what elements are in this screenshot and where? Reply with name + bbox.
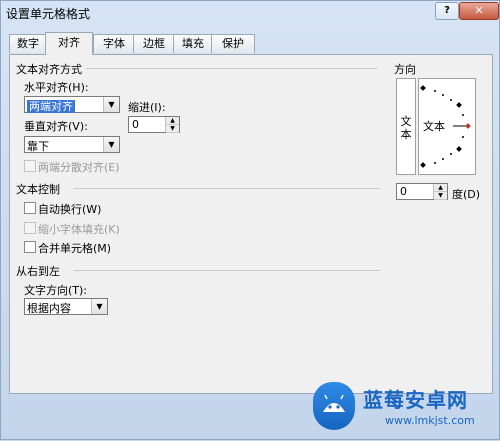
- tab-alignment[interactable]: 对齐: [45, 32, 93, 55]
- watermark-title: 蓝莓安卓网: [363, 388, 468, 412]
- shrink-to-fit-checkbox[interactable]: [24, 222, 36, 234]
- tab-font[interactable]: 字体: [93, 34, 135, 53]
- orientation-group: 方向 文本 文本 0 ▲ ▼ 度(D): [390, 55, 488, 210]
- vertical-text-label: 文本: [400, 115, 412, 141]
- merge-cells-checkbox[interactable]: [24, 241, 36, 253]
- tab-fill[interactable]: 填充: [173, 34, 213, 53]
- title-bar[interactable]: 设置单元格格式 ? ✕: [1, 1, 500, 25]
- vertical-align-label: 垂直对齐(V):: [24, 120, 88, 133]
- chevron-down-icon[interactable]: ▼: [103, 97, 119, 112]
- spin-up-icon[interactable]: ▲: [434, 184, 447, 192]
- divider: [74, 188, 380, 189]
- spin-down-icon[interactable]: ▼: [434, 192, 447, 200]
- orientation-dial-graphic: 文本: [420, 85, 471, 168]
- justify-distributed-label: 两端分散对齐(E): [38, 161, 120, 174]
- shield-icon: [313, 382, 355, 430]
- format-cells-dialog: 设置单元格格式 ? ✕ 数字 对齐 字体 边框 填充 保护 文本对齐方式 水平对…: [0, 0, 500, 440]
- tab-protection[interactable]: 保护: [211, 34, 255, 53]
- orientation-dial[interactable]: 文本: [418, 78, 476, 175]
- section-title-alignment: 文本对齐方式: [16, 63, 82, 76]
- chevron-down-icon[interactable]: ▼: [103, 137, 119, 152]
- android-robot-icon: [323, 394, 345, 412]
- indent-label: 缩进(I):: [128, 101, 166, 114]
- degrees-label: 度(D): [452, 188, 481, 201]
- section-title-rtl: 从右到左: [16, 265, 60, 278]
- close-button[interactable]: ✕: [459, 2, 499, 20]
- degrees-spinner[interactable]: 0 ▲ ▼: [396, 183, 448, 200]
- spin-down-icon[interactable]: ▼: [166, 125, 179, 133]
- wrap-text-label: 自动换行(W): [38, 203, 102, 216]
- help-button[interactable]: ?: [435, 2, 459, 20]
- tab-number[interactable]: 数字: [9, 34, 47, 53]
- section-title-text-control: 文本控制: [16, 183, 60, 196]
- spin-up-icon[interactable]: ▲: [166, 117, 179, 125]
- degrees-value: 0: [400, 185, 407, 198]
- horizontal-align-dropdown[interactable]: 两端对齐 ▼: [24, 96, 120, 113]
- watermark-url: www.lmkjst.com: [385, 414, 475, 427]
- text-direction-dropdown[interactable]: 根据内容 ▼: [24, 298, 108, 315]
- divider: [74, 270, 380, 271]
- vertical-align-value: 靠下: [27, 140, 49, 153]
- horizontal-align-value: 两端对齐: [27, 100, 75, 113]
- horizontal-align-label: 水平对齐(H):: [24, 81, 89, 94]
- indent-spinner[interactable]: 0 ▲ ▼: [128, 116, 180, 133]
- vertical-text-button[interactable]: 文本: [396, 78, 416, 175]
- shrink-to-fit-label: 缩小字体填充(K): [38, 223, 120, 236]
- window-title: 设置单元格格式: [6, 7, 91, 21]
- vertical-align-dropdown[interactable]: 靠下 ▼: [24, 136, 120, 153]
- merge-cells-label: 合并单元格(M): [38, 242, 112, 255]
- chevron-down-icon[interactable]: ▼: [91, 299, 107, 314]
- tab-border[interactable]: 边框: [133, 34, 175, 53]
- justify-distributed-checkbox[interactable]: [24, 160, 36, 172]
- text-direction-value: 根据内容: [27, 302, 71, 315]
- wrap-text-checkbox[interactable]: [24, 202, 36, 214]
- watermark-logo: 蓝莓安卓网 www.lmkjst.com: [301, 376, 500, 441]
- indent-value: 0: [132, 118, 139, 131]
- section-title-orientation: 方向: [394, 63, 416, 76]
- alignment-panel: 文本对齐方式 水平对齐(H): 两端对齐 ▼ 缩进(I): 垂直对齐(V): 0…: [9, 54, 493, 394]
- orientation-dial-text: 文本: [423, 119, 445, 133]
- text-direction-label: 文字方向(T):: [24, 284, 88, 297]
- divider: [86, 68, 378, 69]
